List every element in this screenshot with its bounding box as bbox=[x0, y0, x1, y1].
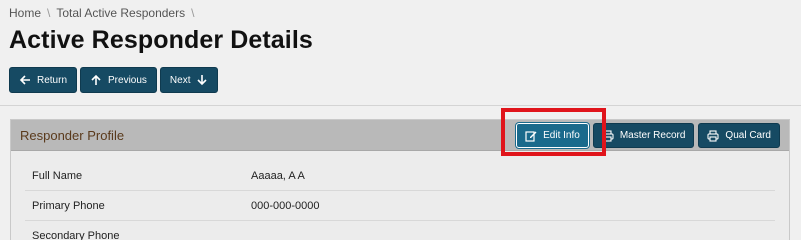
breadcrumb-separator: \ bbox=[47, 6, 51, 20]
next-button-label: Next bbox=[169, 74, 191, 86]
arrow-up-icon bbox=[91, 74, 101, 85]
return-button[interactable]: Return bbox=[9, 67, 78, 93]
previous-button-label: Previous bbox=[108, 74, 147, 86]
field-label: Secondary Phone bbox=[32, 229, 120, 240]
previous-button[interactable]: Previous bbox=[80, 67, 157, 93]
breadcrumb-current[interactable]: Total Active Responders bbox=[56, 6, 185, 20]
field-value: Aaaaa, A A bbox=[251, 169, 305, 182]
qual-card-button[interactable]: Qual Card bbox=[698, 123, 780, 148]
field-label: Full Name bbox=[32, 169, 83, 182]
breadcrumb-separator: \ bbox=[191, 6, 195, 20]
master-record-label: Master Record bbox=[619, 130, 686, 141]
field-label: Primary Phone bbox=[32, 199, 105, 212]
breadcrumb: Home \ Total Active Responders \ bbox=[9, 6, 194, 20]
panel-header: Responder Profile Edit Info Master Recor… bbox=[11, 120, 789, 151]
master-record-button[interactable]: Master Record bbox=[592, 123, 695, 148]
panel-title: Responder Profile bbox=[20, 128, 125, 143]
arrow-left-icon bbox=[19, 75, 30, 85]
qual-card-label: Qual Card bbox=[725, 130, 771, 141]
next-button[interactable]: Next bbox=[159, 67, 219, 93]
record-navigation: Return Previous Next bbox=[9, 67, 219, 93]
profile-fields: Full Name Aaaaa, A A Primary Phone 000-0… bbox=[25, 161, 775, 240]
printer-icon bbox=[707, 129, 719, 142]
profile-row-secondary-phone: Secondary Phone bbox=[25, 221, 775, 240]
return-button-label: Return bbox=[37, 74, 68, 86]
arrow-down-icon bbox=[197, 75, 208, 86]
profile-row-primary-phone: Primary Phone 000-000-0000 bbox=[25, 191, 775, 221]
breadcrumb-home[interactable]: Home bbox=[9, 6, 41, 20]
field-value: 000-000-0000 bbox=[251, 199, 320, 212]
page-title: Active Responder Details bbox=[9, 26, 313, 54]
profile-row-full-name: Full Name Aaaaa, A A bbox=[25, 161, 775, 191]
divider bbox=[0, 105, 801, 106]
responder-profile-panel: Responder Profile Edit Info Master Recor… bbox=[10, 119, 790, 240]
highlight-box bbox=[501, 108, 606, 156]
